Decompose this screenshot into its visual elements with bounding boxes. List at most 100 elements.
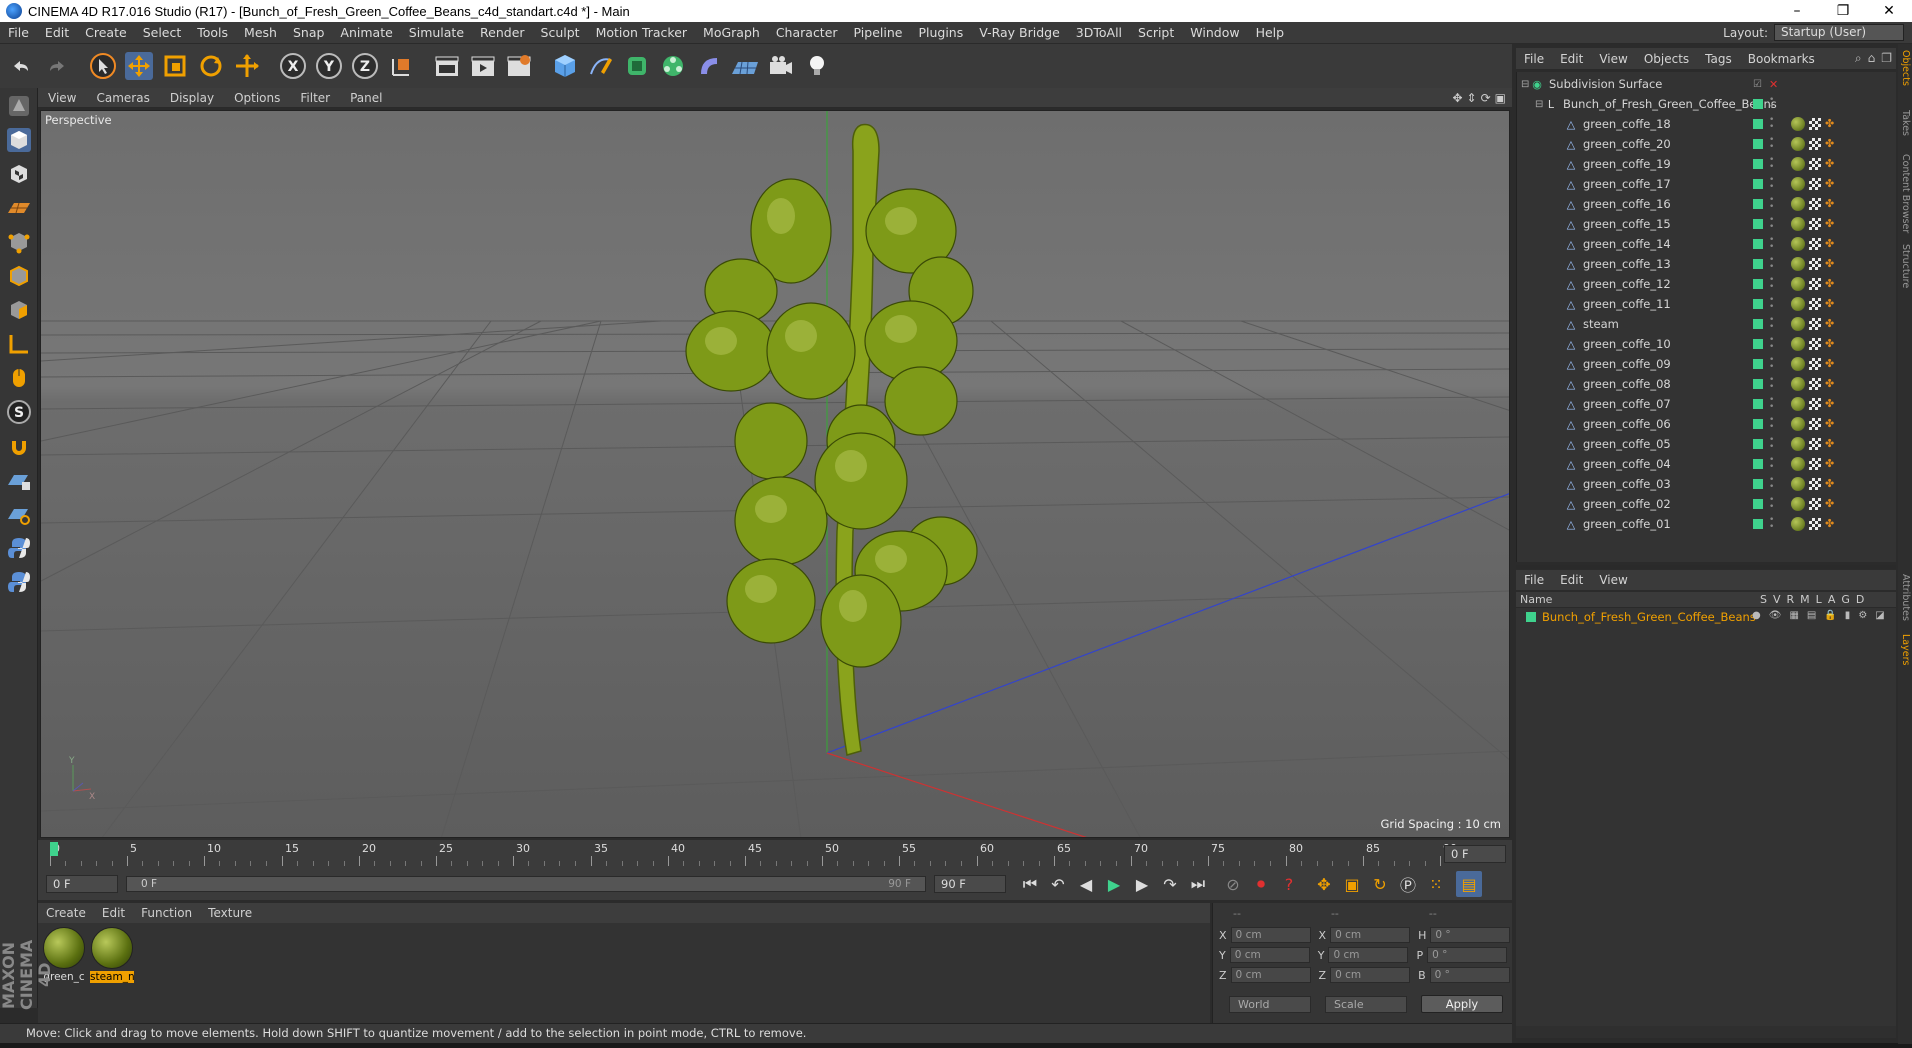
object-row-group[interactable]: ⊟ L Bunch_of_Fresh_Green_Coffee_Beans • •	[1517, 94, 1897, 114]
phong-tag-icon[interactable]: ✤	[1825, 337, 1837, 351]
visibility-dots-icon[interactable]: • •	[1769, 356, 1774, 372]
object-row[interactable]: △ green_coffe_19 • • ✤	[1517, 154, 1897, 174]
object-row[interactable]: △ green_coffe_06 • • ✤	[1517, 414, 1897, 434]
lock-icon[interactable]: 🔒	[1824, 610, 1836, 621]
material-menu-create[interactable]: Create	[38, 906, 94, 920]
next-frame-button[interactable]: ▶	[1129, 871, 1155, 897]
uvw-tag-icon[interactable]	[1809, 278, 1821, 290]
rotation-h-field[interactable]: 0 °	[1430, 927, 1511, 943]
apply-button[interactable]: Apply	[1421, 995, 1503, 1013]
visibility-dots-icon[interactable]: • •	[1769, 196, 1774, 212]
material-tag-icon[interactable]	[1791, 377, 1805, 391]
rotate-view-icon[interactable]: ⟳	[1481, 91, 1491, 105]
disable-x-icon[interactable]: ✕	[1769, 78, 1778, 91]
z-axis-lock-button[interactable]: Z	[348, 49, 382, 83]
visibility-dots-icon[interactable]: • •	[1769, 236, 1774, 252]
menu-mograph[interactable]: MoGraph	[695, 25, 768, 40]
dolly-view-icon[interactable]: ⇕	[1467, 91, 1477, 105]
object-row[interactable]: △ green_coffe_12 • • ✤	[1517, 274, 1897, 294]
render-view-button[interactable]	[430, 49, 464, 83]
polygons-mode-button[interactable]	[2, 294, 36, 326]
layer-color-swatch[interactable]	[1753, 459, 1763, 469]
material-menu-texture[interactable]: Texture	[200, 906, 260, 920]
visibility-dots-icon[interactable]: • •	[1769, 136, 1774, 152]
keyframe-selection-button[interactable]: ?	[1276, 871, 1302, 897]
snapping-button[interactable]: S	[2, 396, 36, 428]
object-row[interactable]: △ green_coffe_18 • • ✤	[1517, 114, 1897, 134]
visibility-dots-icon[interactable]: • •	[1769, 336, 1774, 352]
magnet-button[interactable]	[2, 430, 36, 462]
collapse-toggle-icon[interactable]: ⊟	[1535, 99, 1545, 110]
tab-structure[interactable]: Structure	[1899, 244, 1911, 288]
uvw-tag-icon[interactable]	[1809, 158, 1821, 170]
model-mode-button[interactable]	[2, 124, 36, 156]
phong-tag-icon[interactable]: ✤	[1825, 277, 1837, 291]
layers-menu-view[interactable]: View	[1591, 573, 1635, 587]
objects-menu-tags[interactable]: Tags	[1697, 52, 1740, 66]
search-icon[interactable]: ⌕	[1855, 51, 1862, 66]
uvw-tag-icon[interactable]	[1809, 178, 1821, 190]
rotation-b-field[interactable]: 0 °	[1429, 967, 1510, 983]
phong-tag-icon[interactable]: ✤	[1825, 477, 1837, 491]
objects-menu-edit[interactable]: Edit	[1552, 52, 1591, 66]
layer-color-swatch[interactable]	[1753, 419, 1763, 429]
layer-row[interactable]: Bunch_of_Fresh_Green_Coffee_Beans	[1526, 610, 1756, 624]
phong-tag-icon[interactable]: ✤	[1825, 157, 1837, 171]
y-axis-lock-button[interactable]: Y	[312, 49, 346, 83]
check-mark-icon[interactable]: ☑	[1753, 79, 1762, 90]
current-frame-field[interactable]: 0 F	[1444, 845, 1506, 863]
tab-content-browser[interactable]: Content Browser	[1899, 154, 1911, 233]
generator-icon[interactable]: ⚙	[1858, 610, 1867, 621]
menu-mesh[interactable]: Mesh	[236, 25, 285, 40]
points-mode-button[interactable]	[2, 226, 36, 258]
minimize-button[interactable]: –	[1774, 3, 1820, 19]
new-window-icon[interactable]: ❐	[1881, 51, 1892, 66]
layer-color-swatch[interactable]	[1753, 339, 1763, 349]
menu-3dtoall[interactable]: 3DToAll	[1068, 25, 1130, 40]
preview-range-slider[interactable]: 0 F 90 F	[126, 876, 926, 892]
viewport-menu-filter[interactable]: Filter	[290, 91, 340, 105]
uvw-tag-icon[interactable]	[1809, 498, 1821, 510]
phong-tag-icon[interactable]: ✤	[1825, 317, 1837, 331]
visibility-dots-icon[interactable]: • •	[1769, 316, 1774, 332]
uvw-tag-icon[interactable]	[1809, 478, 1821, 490]
tab-attributes[interactable]: Attributes	[1899, 574, 1911, 621]
material-tag-icon[interactable]	[1791, 417, 1805, 431]
phong-tag-icon[interactable]: ✤	[1825, 137, 1837, 151]
material-menu-edit[interactable]: Edit	[94, 906, 133, 920]
objects-menu-bookmarks[interactable]: Bookmarks	[1740, 52, 1823, 66]
menu-vray-bridge[interactable]: V-Ray Bridge	[971, 25, 1068, 40]
render-icon[interactable]: ▦	[1789, 610, 1798, 621]
uvw-tag-icon[interactable]	[1809, 398, 1821, 410]
viewport-menu-panel[interactable]: Panel	[340, 91, 392, 105]
python-script-button[interactable]	[2, 532, 36, 564]
phong-tag-icon[interactable]: ✤	[1825, 297, 1837, 311]
panel-divider[interactable]	[1516, 565, 1896, 569]
uvw-tag-icon[interactable]	[1809, 298, 1821, 310]
move-tool-button[interactable]	[122, 49, 156, 83]
material-tag-icon[interactable]	[1791, 297, 1805, 311]
rotation-p-field[interactable]: 0 °	[1427, 947, 1508, 963]
layer-color-swatch[interactable]	[1753, 499, 1763, 509]
perspective-viewport[interactable]: Y X Perspective Grid Spacing : 10 cm	[40, 110, 1510, 838]
menu-edit[interactable]: Edit	[37, 25, 77, 40]
home-icon[interactable]: ⌂	[1868, 51, 1876, 66]
menu-window[interactable]: Window	[1182, 25, 1247, 40]
uvw-tag-icon[interactable]	[1809, 338, 1821, 350]
menu-pipeline[interactable]: Pipeline	[846, 25, 911, 40]
tab-layers[interactable]: Layers	[1899, 634, 1911, 665]
phong-tag-icon[interactable]: ✤	[1825, 177, 1837, 191]
material-tag-icon[interactable]	[1791, 197, 1805, 211]
uvw-tag-icon[interactable]	[1809, 438, 1821, 450]
animation-icon[interactable]: ▮	[1845, 610, 1851, 621]
coffee-bunch-model[interactable]	[685, 123, 978, 756]
phong-tag-icon[interactable]: ✤	[1825, 117, 1837, 131]
tweak-mode-button[interactable]	[2, 362, 36, 394]
layer-color-swatch[interactable]	[1753, 439, 1763, 449]
layer-color-swatch[interactable]	[1753, 139, 1763, 149]
size-z-field[interactable]: 0 cm	[1330, 967, 1411, 983]
object-row[interactable]: △ green_coffe_07 • • ✤	[1517, 394, 1897, 414]
menu-character[interactable]: Character	[768, 25, 846, 40]
uvw-tag-icon[interactable]	[1809, 358, 1821, 370]
object-row[interactable]: △ green_coffe_09 • • ✤	[1517, 354, 1897, 374]
